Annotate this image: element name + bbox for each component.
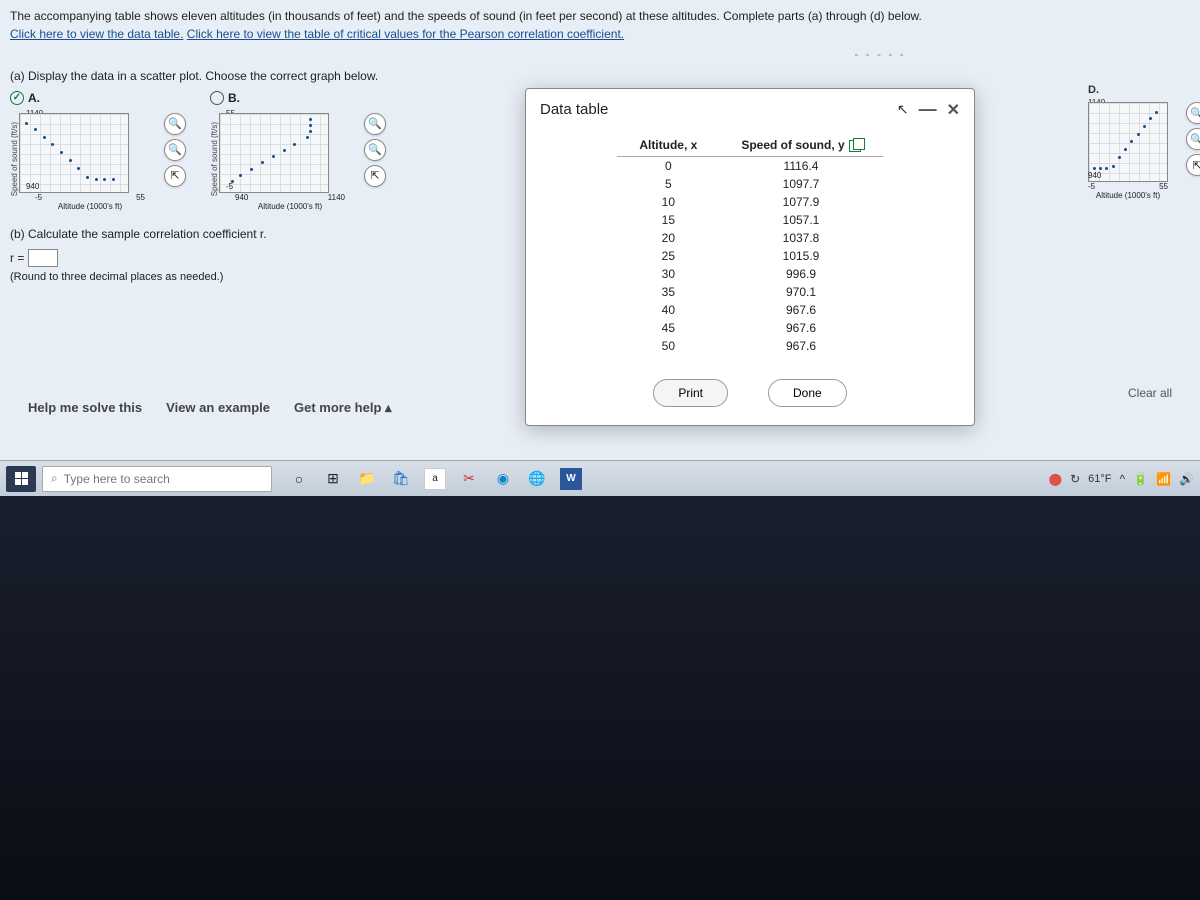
r-equals-label: r = xyxy=(10,251,24,265)
windows-logo-icon xyxy=(15,472,28,485)
temperature-text: 61°F xyxy=(1088,473,1111,485)
windows-taskbar: ⌕ Type here to search ○ ⊞ 📁 🛍 a ✂ ◉ 🌐 W … xyxy=(0,460,1200,496)
zoom-out-icon[interactable]: 🔍 xyxy=(1186,128,1200,150)
app-a-icon[interactable]: a xyxy=(424,468,446,490)
table-row: 51097.7 xyxy=(617,175,882,193)
table-row: 101077.9 xyxy=(617,193,882,211)
word-icon[interactable]: W xyxy=(560,468,582,490)
edge-icon[interactable]: ◉ xyxy=(492,468,514,490)
scatter-plot-d: 1140 940 -5 55 xyxy=(1088,98,1188,198)
table-row: 151057.1 xyxy=(617,211,882,229)
modal-title: Data table xyxy=(540,101,608,118)
start-button[interactable] xyxy=(6,466,36,492)
plot-d-area xyxy=(1088,102,1168,182)
option-a-label: A. xyxy=(28,91,40,105)
chevron-up-icon[interactable]: ^ xyxy=(1120,472,1126,486)
table-row: 251015.9 xyxy=(617,247,882,265)
plot-a-ylabel: Speed of sound (ft/s) xyxy=(10,122,19,196)
zoom-out-icon[interactable]: 🔍 xyxy=(164,139,186,161)
cursor-icon: ↖ xyxy=(897,101,909,118)
table-row: 50967.6 xyxy=(617,337,882,355)
scatter-plot-a: Speed of sound (ft/s) 1140 xyxy=(10,109,150,209)
plot-b-ylabel: Speed of sound (ft/s) xyxy=(210,122,219,196)
cortana-icon[interactable]: ○ xyxy=(288,468,310,490)
section-separator: - - - - - xyxy=(290,47,1200,61)
zoom-in-icon[interactable]: 🔍 xyxy=(364,113,386,135)
radio-b-empty-icon xyxy=(210,91,224,105)
table-row: 01116.4 xyxy=(617,157,882,176)
col-speed: Speed of sound, y xyxy=(719,134,882,157)
plot-b-area xyxy=(219,113,329,193)
chrome-icon[interactable]: 🌐 xyxy=(526,468,548,490)
get-more-help-link[interactable]: Get more help ▴ xyxy=(294,400,392,416)
search-icon: ⌕ xyxy=(51,471,58,486)
link-critical-values[interactable]: Click here to view the table of critical… xyxy=(187,27,624,41)
done-button[interactable]: Done xyxy=(768,379,847,407)
r-input[interactable] xyxy=(28,249,58,267)
link-data-table[interactable]: Click here to view the data table. xyxy=(10,27,183,41)
table-row: 40967.6 xyxy=(617,301,882,319)
taskbar-search[interactable]: ⌕ Type here to search xyxy=(42,466,272,492)
view-example-link[interactable]: View an example xyxy=(166,400,270,416)
volume-icon[interactable]: 🔊 xyxy=(1179,472,1194,486)
zoom-in-icon[interactable]: 🔍 xyxy=(164,113,186,135)
option-b-label: B. xyxy=(228,91,240,105)
close-icon[interactable]: ✕ xyxy=(947,100,960,120)
snip-icon[interactable]: ✂ xyxy=(458,468,480,490)
clear-all-link[interactable]: Clear all xyxy=(1128,386,1172,400)
popout-icon[interactable]: ⇱ xyxy=(164,165,186,187)
option-a[interactable]: ✓ A. Speed of sound (ft/s) 1140 xyxy=(10,91,150,209)
table-row: 201037.8 xyxy=(617,229,882,247)
popout-icon[interactable]: ⇱ xyxy=(364,165,386,187)
laptop-keyboard-area xyxy=(0,496,1200,900)
scatter-plot-b: Speed of sound (ft/s) 55 xyxy=(210,109,350,209)
store-icon[interactable]: 🛍 xyxy=(390,468,412,490)
data-table: Altitude, x Speed of sound, y 01116.4510… xyxy=(617,134,882,355)
print-button[interactable]: Print xyxy=(653,379,728,407)
table-row: 30996.9 xyxy=(617,265,882,283)
explorer-icon[interactable]: 📁 xyxy=(356,468,378,490)
part-a-prompt: (a) Display the data in a scatter plot. … xyxy=(10,69,1190,83)
wifi-icon[interactable]: 📶 xyxy=(1156,472,1171,486)
copy-icon[interactable] xyxy=(849,140,861,152)
problem-intro: The accompanying table shows eleven alti… xyxy=(10,8,1190,25)
help-solve-link[interactable]: Help me solve this xyxy=(28,400,142,416)
data-table-modal: Data table ↖ — ✕ Altitude, x Speed of so… xyxy=(525,88,975,426)
zoom-in-icon[interactable]: 🔍 xyxy=(1186,102,1200,124)
zoom-out-icon[interactable]: 🔍 xyxy=(364,139,386,161)
col-altitude: Altitude, x xyxy=(617,134,719,157)
option-d[interactable]: D. 1140 940 -5 xyxy=(1088,98,1196,198)
popout-icon[interactable]: ⇱ xyxy=(1186,154,1200,176)
option-b[interactable]: B. Speed of sound (ft/s) 55 xyxy=(210,91,350,209)
task-view-icon[interactable]: ⊞ xyxy=(322,468,344,490)
sync-icon[interactable]: ↻ xyxy=(1070,472,1080,486)
table-row: 35970.1 xyxy=(617,283,882,301)
minimize-icon[interactable]: — xyxy=(919,99,937,120)
plot-a-area xyxy=(19,113,129,193)
homework-panel: The accompanying table shows eleven alti… xyxy=(0,0,1200,460)
table-row: 45967.6 xyxy=(617,319,882,337)
battery-icon[interactable]: 🔋 xyxy=(1133,472,1148,486)
weather-icon[interactable]: ⬤ xyxy=(1049,472,1062,486)
radio-a-checked-icon: ✓ xyxy=(10,91,24,105)
